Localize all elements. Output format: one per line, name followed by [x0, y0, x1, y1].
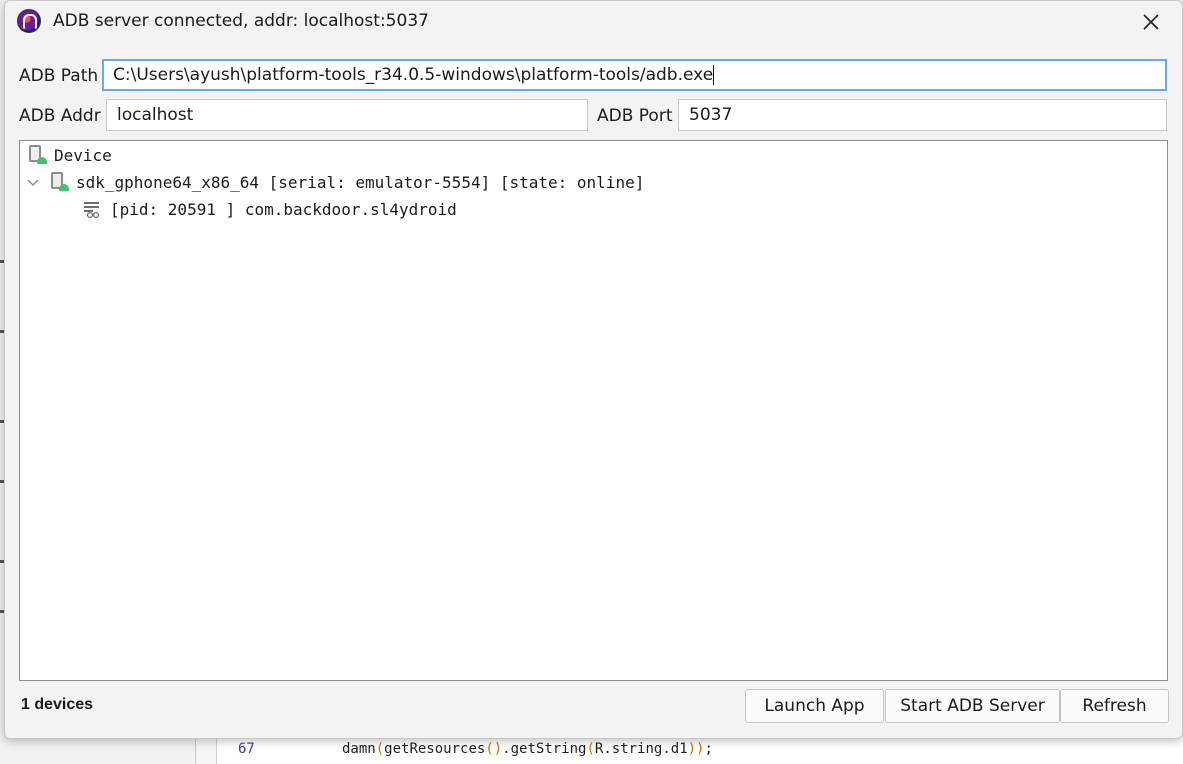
launch-app-button[interactable]: Launch App [745, 689, 884, 723]
tree-device-node[interactable]: sdk_gphone64_x86_64 [serial: emulator-55… [26, 171, 644, 193]
adb-dialog: ADB server connected, addr: localhost:50… [4, 0, 1183, 739]
code-arg: R.string.d1 [594, 741, 688, 757]
code-fn: damn [342, 741, 376, 757]
code-end: ; [704, 741, 713, 757]
devices-count-status: 1 devices [21, 696, 94, 713]
tree-process-label: [pid: 20591 ] com.backdoor.sl4ydroid [110, 199, 457, 219]
adb-addr-value: localhost [117, 105, 194, 125]
tree-root-label: Device [54, 145, 112, 165]
android-device-icon [50, 172, 69, 192]
code-paren: ( [375, 741, 385, 757]
start-adb-server-button[interactable]: Start ADB Server [885, 689, 1060, 723]
tree-root[interactable]: Device [28, 144, 112, 166]
app-logo-icon [17, 9, 41, 33]
code-rest: .getString [502, 741, 587, 757]
android-device-icon [28, 145, 47, 165]
chevron-down-icon[interactable] [26, 175, 40, 189]
title-bar: ADB server connected, addr: localhost:50… [5, 1, 1182, 43]
adb-path-input[interactable]: C:\Users\ayush\platform-tools_r34.0.5-wi… [102, 59, 1167, 91]
process-icon [84, 202, 100, 219]
adb-addr-input[interactable]: localhost [106, 99, 588, 131]
close-button[interactable] [1134, 7, 1168, 37]
adb-addr-label: ADB Addr [19, 106, 101, 126]
code-paren: )) [687, 741, 705, 757]
adb-path-label: ADB Path [19, 66, 99, 86]
adb-port-value: 5037 [689, 105, 733, 125]
refresh-button[interactable]: Refresh [1060, 689, 1169, 723]
adb-port-input[interactable]: 5037 [678, 99, 1167, 131]
close-icon [1143, 14, 1159, 30]
window-title: ADB server connected, addr: localhost:50… [53, 11, 429, 31]
code-call: getResources [384, 741, 486, 757]
text-cursor [713, 65, 715, 85]
device-tree[interactable]: Device sdk_gphone64_x86_64 [serial: emul… [19, 140, 1168, 681]
code-paren: () [485, 741, 503, 757]
adb-port-label: ADB Port [597, 106, 673, 126]
code-line-number: 67 [238, 741, 255, 757]
background-code-editor: 67 damn(getResources().getString(R.strin… [195, 736, 1183, 764]
adb-path-value: C:\Users\ayush\platform-tools_r34.0.5-wi… [113, 65, 714, 85]
code-paren: ( [586, 741, 595, 757]
code-line: damn(getResources().getString(R.string.d… [342, 741, 713, 757]
tree-device-label: sdk_gphone64_x86_64 [serial: emulator-55… [76, 172, 645, 192]
tree-process-node[interactable]: [pid: 20591 ] com.backdoor.sl4ydroid [82, 198, 457, 220]
code-gutter [196, 736, 217, 764]
